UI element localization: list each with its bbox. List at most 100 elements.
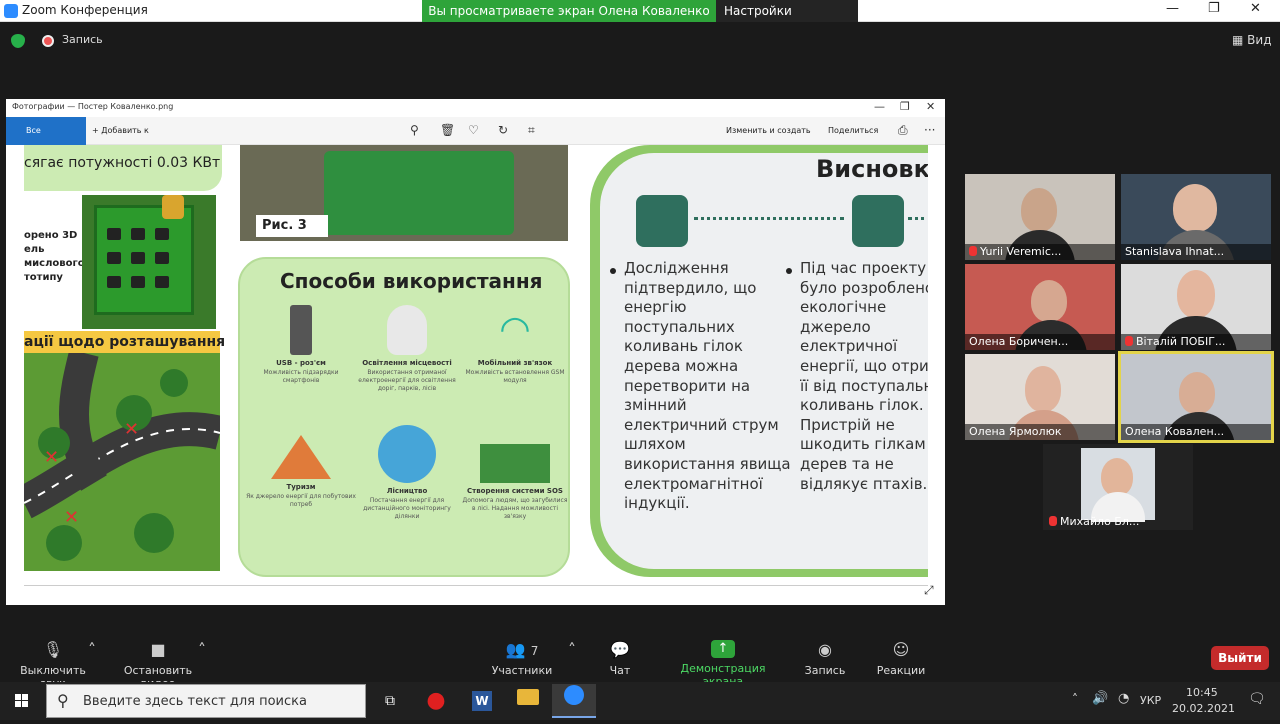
padlock-icon	[162, 195, 184, 219]
tray-expand-icon[interactable]: ˄	[1072, 692, 1078, 706]
audio-options-caret[interactable]: ˄	[84, 640, 100, 664]
windows-start-button[interactable]	[0, 682, 44, 720]
grid-icon: ▦	[1232, 33, 1248, 47]
network-icon[interactable]: ◔	[1118, 691, 1129, 706]
model-caption: орено 3D ель мислового тотипу	[24, 229, 85, 285]
system-tray: ˄ 🔊 ◔ УКР 10:45 20.02.2021 🗨	[1066, 682, 1280, 720]
svg-text:✕: ✕	[44, 447, 59, 468]
restore-button[interactable]: ❐	[1208, 1, 1220, 16]
windows-logo-icon	[15, 694, 28, 707]
leave-meeting-button[interactable]: Выйти	[1211, 646, 1269, 670]
participant-tile[interactable]: Олена Ярмолюк	[965, 354, 1115, 440]
bullet-icon	[610, 268, 616, 274]
use-tourism: Туризм Як джерело енергії для побутових …	[246, 435, 356, 509]
participant-name: Stanislava Ihnat...	[1121, 244, 1271, 260]
participant-face	[1173, 184, 1217, 232]
conclusion-line: поступальних	[624, 317, 735, 336]
svg-text:✕: ✕	[124, 419, 139, 440]
language-indicator[interactable]: УКР	[1140, 694, 1161, 707]
use-desc: Постачання енергії для дистанційного мон…	[363, 497, 451, 520]
participant-tile[interactable]: Михайло Бл...	[1043, 444, 1193, 530]
conclusion-line: коливань гілок	[624, 337, 743, 356]
map-road-graphic: ✕ ✕ ✕	[24, 353, 220, 561]
svg-text:✕: ✕	[64, 507, 79, 528]
video-options-caret[interactable]: ˄	[194, 640, 210, 664]
use-desc: Можливість встановлення GSM модуля	[465, 369, 565, 384]
conclusion-line: джерело	[800, 317, 871, 336]
reactions-label: Реакции	[876, 664, 926, 677]
participant-face	[1021, 188, 1057, 232]
model-caption-line: орено 3D	[24, 230, 78, 241]
usb-icon	[290, 305, 312, 355]
record-button[interactable]: ◉ Запись	[800, 640, 850, 677]
notifications-icon[interactable]: 🗨	[1248, 691, 1266, 707]
participant-tile-active-speaker[interactable]: Олена Ковален...	[1118, 351, 1274, 443]
opera-icon[interactable]: ●	[414, 684, 458, 718]
emoji-plus-icon: ☺	[892, 640, 910, 659]
participant-tile[interactable]: Віталій ПОБІГ...	[1121, 264, 1271, 350]
location-map-image: ✕ ✕ ✕	[24, 353, 220, 571]
conclusion-line: підтвердило, що	[624, 278, 757, 297]
conclusion-line: її від поступальн	[800, 376, 928, 395]
participant-name: Віталій ПОБІГ...	[1121, 334, 1271, 350]
dotted-connector	[694, 217, 844, 220]
minimize-button[interactable]: —	[1166, 1, 1179, 16]
participant-face	[1025, 366, 1061, 412]
poster-canvas: сягає потужності 0.03 КВт орено 3D ель м…	[24, 145, 928, 585]
record-indicator-icon	[42, 35, 54, 47]
record-icon: ◉	[818, 640, 832, 659]
reactions-button[interactable]: ☺ Реакции	[874, 640, 928, 677]
caret-up-icon: ˄	[198, 640, 206, 659]
view-button[interactable]: ▦ Вид	[1232, 33, 1271, 47]
expand-icon[interactable]: ⤢	[924, 583, 934, 598]
participant-tile[interactable]: Stanislava Ihnat...	[1121, 174, 1271, 260]
viewing-screen-banner: Вы просматриваете экран Олена Коваленко	[422, 0, 716, 22]
use-lighting: Освітлення місцевості Використання отрим…	[352, 305, 462, 393]
conclusion-line: перетворити на	[624, 376, 751, 395]
participants-options-caret[interactable]: ˄	[564, 640, 580, 664]
poster-image: сягає потужності 0.03 КВт орено 3D ель м…	[6, 99, 945, 605]
conclusion-line: енергії, що отрим	[800, 356, 928, 375]
use-forestry: Лісництво Постачання енергії для дистанц…	[352, 425, 462, 521]
use-desc: Можливість підзарядки смартфонів	[263, 369, 339, 384]
recording-label[interactable]: Запись	[62, 33, 103, 46]
close-button[interactable]: ✕	[1250, 1, 1261, 16]
wifi-icon: ◠	[499, 309, 531, 350]
use-title: Створення системи SOS	[467, 487, 563, 495]
zoom-taskbar-icon[interactable]	[552, 684, 596, 718]
dotted-connector	[908, 217, 928, 220]
figure-label: Рис. 3	[256, 215, 328, 237]
chat-label: Чат	[609, 664, 631, 677]
conclusion-line: шляхом	[624, 435, 686, 454]
forest-person-icon	[480, 427, 550, 483]
participant-tile[interactable]: Олена Боричен...	[965, 264, 1115, 350]
lightbulb-icon	[387, 305, 427, 355]
model-caption-line: мислового	[24, 258, 85, 269]
use-title: USB - роз'єм	[276, 359, 326, 367]
clock-time[interactable]: 10:45	[1186, 686, 1218, 699]
volume-icon[interactable]: 🔊	[1092, 691, 1108, 706]
conclusion-line: індукції.	[624, 494, 690, 513]
use-title: Освітлення місцевості	[362, 359, 452, 367]
task-view-icon[interactable]: ⧉	[368, 684, 412, 718]
use-title: Лісництво	[386, 487, 428, 495]
mic-muted-icon	[1125, 336, 1133, 346]
record-label: Запись	[804, 664, 846, 677]
uses-title: Способи використання	[280, 269, 543, 293]
share-screen-button[interactable]: ↑ Демонстрация экрана	[660, 640, 786, 688]
cabinet-door	[94, 205, 194, 315]
participants-button[interactable]: 👥 7 Участники	[488, 640, 556, 677]
conclusion-line: екологічне	[800, 298, 887, 317]
conclusion-line: електричний струм	[624, 415, 779, 434]
file-explorer-icon[interactable]	[506, 684, 550, 718]
chat-button[interactable]: 💬 Чат	[598, 640, 642, 677]
participant-tile[interactable]: Yurii Veremic...	[965, 174, 1115, 260]
clock-date[interactable]: 20.02.2021	[1172, 702, 1235, 715]
taskbar-search-box[interactable]: ⚲ Введите здесь текст для поиска	[46, 684, 366, 718]
viewer-divider	[24, 585, 928, 586]
model-caption-line: ель	[24, 244, 45, 255]
caret-up-icon: ˄	[568, 640, 576, 659]
word-icon[interactable]: W	[460, 684, 504, 718]
view-settings-button[interactable]: Настройки просмотра ⌄	[716, 0, 858, 40]
conclusion-line: Пристрій не	[800, 415, 895, 434]
